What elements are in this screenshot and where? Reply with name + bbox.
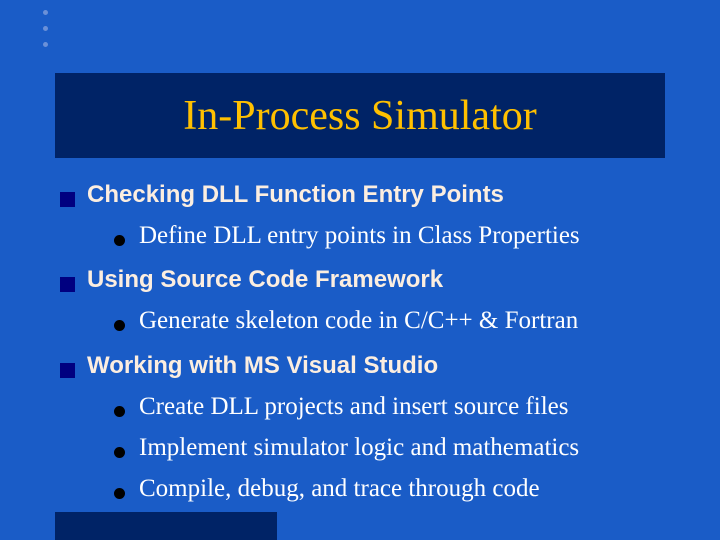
bullet-text: Checking DLL Function Entry Points bbox=[87, 180, 504, 210]
bullet-text: Compile, debug, and trace through code bbox=[139, 473, 540, 504]
square-bullet-icon bbox=[60, 277, 75, 292]
round-bullet-icon bbox=[114, 447, 125, 458]
square-bullet-icon bbox=[60, 363, 75, 378]
bullet-level2: Implement simulator logic and mathematic… bbox=[114, 432, 680, 463]
bullet-text: Create DLL projects and insert source fi… bbox=[139, 391, 568, 422]
dot-icon bbox=[43, 26, 48, 31]
footer-decoration bbox=[55, 512, 277, 540]
dot-icon bbox=[43, 42, 48, 47]
bullet-level2: Define DLL entry points in Class Propert… bbox=[114, 220, 680, 251]
bullet-text: Generate skeleton code in C/C++ & Fortra… bbox=[139, 305, 578, 336]
bullet-level2: Create DLL projects and insert source fi… bbox=[114, 391, 680, 422]
bullet-text: Implement simulator logic and mathematic… bbox=[139, 432, 579, 463]
round-bullet-icon bbox=[114, 320, 125, 331]
round-bullet-icon bbox=[114, 488, 125, 499]
bullet-level2: Compile, debug, and trace through code bbox=[114, 473, 680, 504]
bullet-level2: Generate skeleton code in C/C++ & Fortra… bbox=[114, 305, 680, 336]
bullet-text: Using Source Code Framework bbox=[87, 265, 443, 295]
slide-body: Checking DLL Function Entry Points Defin… bbox=[60, 180, 680, 504]
square-bullet-icon bbox=[60, 192, 75, 207]
bullet-text: Working with MS Visual Studio bbox=[87, 351, 438, 381]
slide-title: In-Process Simulator bbox=[183, 92, 536, 140]
title-bar: In-Process Simulator bbox=[55, 73, 665, 158]
dot-icon bbox=[43, 10, 48, 15]
round-bullet-icon bbox=[114, 235, 125, 246]
decoration-dots bbox=[43, 10, 48, 47]
bullet-level1: Working with MS Visual Studio bbox=[60, 351, 680, 381]
bullet-level1: Using Source Code Framework bbox=[60, 265, 680, 295]
round-bullet-icon bbox=[114, 406, 125, 417]
bullet-text: Define DLL entry points in Class Propert… bbox=[139, 220, 580, 251]
bullet-level1: Checking DLL Function Entry Points bbox=[60, 180, 680, 210]
